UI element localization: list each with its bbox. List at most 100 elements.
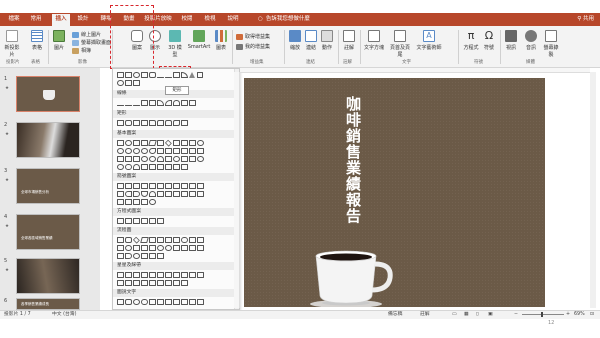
round-single-shape[interactable] [157, 120, 164, 126]
minus-shape[interactable] [125, 218, 132, 224]
share-button[interactable]: ⚲ 共用 [577, 14, 594, 25]
cloud-callout-shape[interactable] [141, 299, 148, 305]
curved-left-arrow-shape[interactable] [133, 191, 140, 197]
slide-title[interactable]: 咖啡銷售業績報告 [342, 96, 362, 224]
notched-right-arrow-shape[interactable] [165, 191, 172, 197]
line-callout-3-shape[interactable] [165, 299, 172, 305]
right-arrow-callout-shape[interactable] [189, 191, 196, 197]
no-symbol-shape[interactable] [149, 156, 156, 162]
up-down-arrow-shape[interactable] [157, 183, 164, 189]
circular-arrow-shape[interactable] [149, 199, 156, 205]
chevron-shape[interactable] [181, 191, 188, 197]
scribble-shape[interactable] [189, 100, 196, 106]
action-button[interactable]: 動作 [320, 30, 334, 51]
magnetic-disk-shape[interactable] [141, 253, 148, 259]
rounded-rectangle-shape[interactable] [149, 72, 156, 78]
brace-shape[interactable] [133, 80, 140, 86]
decagon-shape[interactable] [117, 148, 124, 154]
bent-up-arrow-shape[interactable] [117, 191, 124, 197]
zoom-in-icon[interactable]: + [566, 311, 570, 318]
summing-junction-shape[interactable] [157, 245, 164, 251]
connector-shape[interactable] [125, 245, 132, 251]
process-shape[interactable] [117, 237, 124, 243]
curved-down-arrow-shape[interactable] [149, 191, 156, 197]
3d-models-button[interactable]: 3D 模型 [166, 30, 184, 58]
document-shape[interactable] [165, 237, 172, 243]
down-arrow-shape[interactable] [141, 183, 148, 189]
star-10-shape[interactable] [173, 272, 180, 278]
octagon-shape[interactable] [197, 140, 204, 146]
tab-review[interactable]: 校閱 [178, 14, 196, 25]
slide-scrollbar[interactable] [590, 72, 596, 308]
left-arrow-callout-shape[interactable] [117, 199, 124, 205]
heart-shape[interactable] [181, 156, 188, 162]
curve-shape[interactable] [181, 72, 188, 78]
multidocument-shape[interactable] [173, 237, 180, 243]
punched-tape-shape[interactable] [149, 245, 156, 251]
left-right-arrow-callout-shape[interactable] [133, 199, 140, 205]
double-arrow-shape[interactable] [133, 100, 140, 106]
star-5-shape[interactable] [141, 272, 148, 278]
plus-shape[interactable] [117, 218, 124, 224]
decision-shape[interactable] [132, 236, 140, 244]
tell-me-box[interactable]: ○ 告訴我您想做什麼 [258, 14, 310, 25]
new-slide-button[interactable]: 新投影片 [4, 30, 20, 58]
double-wave-shape[interactable] [181, 280, 188, 286]
tab-view[interactable]: 檢視 [201, 14, 219, 25]
left-up-arrow-shape[interactable] [197, 183, 204, 189]
images-button[interactable]: 圖片 [52, 30, 66, 51]
cloud-shape[interactable] [125, 164, 132, 170]
curved-ribbon-up-shape[interactable] [141, 280, 148, 286]
table-button[interactable]: 表格 [30, 30, 44, 51]
left-right-up-arrow-shape[interactable] [173, 183, 180, 189]
arc-shape[interactable] [133, 164, 140, 170]
right-arrow-shape[interactable] [196, 72, 203, 78]
chord-shape[interactable] [141, 148, 148, 154]
comments-button[interactable]: 註解 [420, 311, 430, 318]
slide-thumbnail-3[interactable]: 全球市場銷售分析 [16, 168, 80, 204]
frame-shape[interactable] [181, 120, 188, 126]
up-arrow-shape[interactable] [133, 183, 140, 189]
snip-round-shape[interactable] [149, 120, 156, 126]
pentagon-arrow-shape[interactable] [173, 191, 180, 197]
cube-shape[interactable] [125, 156, 132, 162]
moon-shape[interactable] [117, 164, 124, 170]
right-arrow-shape[interactable] [117, 183, 124, 189]
u-turn-arrow-shape[interactable] [189, 183, 196, 189]
text-box-shape[interactable] [117, 72, 124, 78]
audio-button[interactable]: 音訊 [524, 30, 538, 51]
get-addins-button[interactable]: 取得增益集 [236, 33, 270, 40]
half-frame-shape[interactable] [165, 148, 172, 154]
elbow-connector-shape[interactable] [173, 72, 180, 78]
ribbon-down-shape[interactable] [133, 280, 140, 286]
tab-home[interactable]: 常用 [28, 14, 44, 25]
tab-insert[interactable]: 插入 [52, 14, 70, 26]
round-diagonal-shape[interactable] [173, 120, 180, 126]
slide-thumbnail-1[interactable] [16, 76, 80, 112]
explosion-shape[interactable] [117, 272, 124, 278]
accent-border-callout-shape[interactable] [197, 299, 204, 305]
elbow-connector-shape[interactable] [141, 100, 148, 106]
quad-arrow-callout-shape[interactable] [141, 199, 148, 205]
collate-shape[interactable] [173, 245, 180, 251]
text-box-shape[interactable] [117, 140, 124, 146]
zoom-slider-thumb[interactable] [541, 312, 543, 317]
bent-arrow-shape[interactable] [181, 183, 188, 189]
slideshow-icon[interactable]: ▣ [488, 311, 493, 318]
can-shape[interactable] [117, 156, 124, 162]
star-6-shape[interactable] [149, 272, 156, 278]
trapezoid-shape[interactable] [157, 140, 164, 146]
teardrop-shape[interactable] [149, 148, 156, 154]
zoom-slider-track[interactable] [522, 314, 564, 315]
double-brace-shape[interactable] [149, 164, 156, 170]
bevel-shape[interactable] [133, 156, 140, 162]
zoom-button[interactable]: 縮放 [288, 30, 302, 51]
display-shape[interactable] [157, 253, 164, 259]
header-footer-button[interactable]: 頁首及頁尾 [388, 30, 412, 58]
online-images-button[interactable]: 線上圖片 [72, 31, 101, 38]
explosion-2-shape[interactable] [125, 272, 132, 278]
tab-design[interactable]: 設計 [74, 14, 92, 25]
ribbon-up-shape[interactable] [125, 280, 132, 286]
arrow-shape[interactable] [165, 72, 172, 78]
rounded-rectangle-shape[interactable] [125, 120, 132, 126]
